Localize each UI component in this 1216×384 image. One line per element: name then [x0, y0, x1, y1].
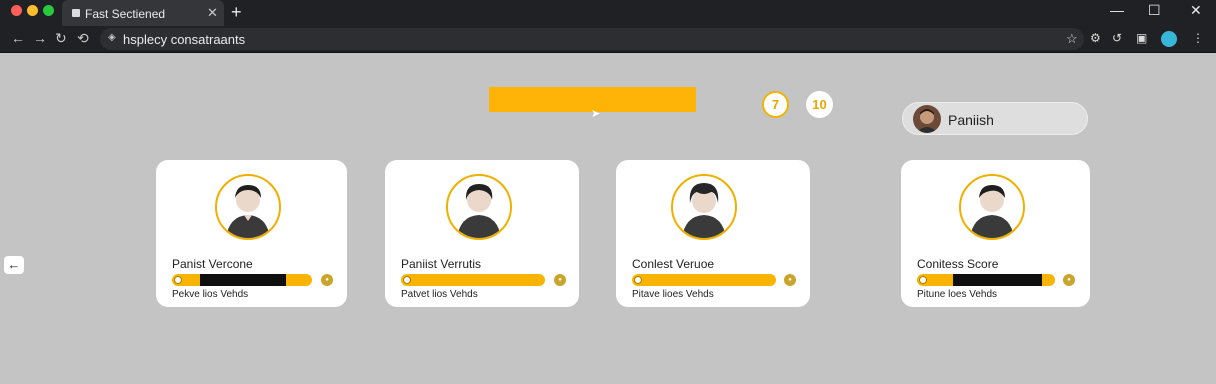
url-text[interactable]: hsplecy consatraants	[123, 32, 245, 47]
progress-fill	[953, 274, 1042, 286]
address-bar[interactable]: ◈ hsplecy consatraants ☆	[100, 28, 1084, 50]
forward-icon[interactable]: →	[33, 30, 47, 46]
progress-start-icon	[919, 276, 927, 284]
extension-icon[interactable]: ⚙	[1090, 31, 1101, 45]
progress-bar	[401, 274, 545, 286]
menu-icon[interactable]: ⋮	[1192, 31, 1204, 45]
progress-start-icon	[403, 276, 411, 284]
back-arrow-icon[interactable]: ←	[4, 256, 24, 274]
progress-end-icon[interactable]: ●	[554, 274, 566, 286]
home-icon[interactable]: ⟲	[77, 30, 89, 47]
page-favicon-icon	[72, 9, 80, 17]
minimize-icon[interactable]: —	[1110, 2, 1124, 18]
card-name: Panist Vercone	[172, 257, 253, 271]
card-subtitle: Pitave lioes Vehds	[632, 289, 714, 300]
reload-icon[interactable]: ↻	[55, 30, 67, 47]
person-avatar-icon	[959, 174, 1025, 240]
tab-search-icon[interactable]: ▣	[1136, 31, 1147, 45]
star-icon[interactable]: ☆	[1066, 31, 1078, 47]
minimize-window-dot[interactable]	[27, 5, 38, 16]
person-avatar-icon	[215, 174, 281, 240]
contestant-card[interactable]: Paniist Verrutis ● Patvet lios Vehds	[385, 160, 579, 307]
progress-end-icon[interactable]: ●	[784, 274, 796, 286]
tab-title: Fast Sectiened	[85, 7, 166, 21]
maximize-icon[interactable]: ☐	[1148, 2, 1161, 19]
progress-bar	[632, 274, 776, 286]
stat-badge-2[interactable]: 10	[806, 91, 833, 118]
card-name: Conlest Veruoe	[632, 257, 715, 271]
user-name: Paniish	[948, 112, 994, 128]
progress-end-icon[interactable]: ●	[1063, 274, 1075, 286]
progress-start-icon	[634, 276, 642, 284]
person-avatar-icon	[671, 174, 737, 240]
progress-bar	[917, 274, 1055, 286]
contestant-card[interactable]: Panist Vercone ● Pekve lios Vehds	[156, 160, 347, 307]
contestant-card[interactable]: Conlest Veruoe ● Pitave lioes Vehds	[616, 160, 810, 307]
browser-titlebar: Fast Sectiened ✕ + — ☐ ✕	[0, 0, 1216, 26]
contestant-card[interactable]: Conitess Score ● Pitune loes Vehds	[901, 160, 1090, 307]
progress-bar	[172, 274, 312, 286]
card-subtitle: Pekve lios Vehds	[172, 289, 249, 300]
browser-tab[interactable]: Fast Sectiened ✕	[62, 0, 224, 26]
mouse-cursor-icon: ➤	[591, 108, 601, 120]
window-close-icon[interactable]: ✕	[1190, 2, 1202, 19]
card-subtitle: Patvet lios Vehds	[401, 289, 478, 300]
stat-badge-1[interactable]: 7	[762, 91, 789, 118]
back-icon[interactable]: ←	[11, 30, 25, 46]
maximize-window-dot[interactable]	[43, 5, 54, 16]
progress-fill	[200, 274, 286, 286]
profile-icon[interactable]	[1161, 31, 1177, 47]
close-icon[interactable]: ✕	[207, 5, 218, 21]
card-subtitle: Pitune loes Vehds	[917, 289, 998, 300]
site-info-icon[interactable]: ◈	[108, 32, 116, 43]
plus-icon[interactable]: +	[231, 2, 242, 23]
user-profile-pill[interactable]: Paniish	[902, 102, 1088, 135]
progress-start-icon	[174, 276, 182, 284]
card-name: Paniist Verrutis	[401, 257, 482, 271]
history-icon[interactable]: ↺	[1112, 31, 1122, 45]
avatar	[913, 105, 941, 133]
close-window-dot[interactable]	[11, 5, 22, 16]
card-name: Conitess Score	[917, 257, 999, 271]
progress-end-icon[interactable]: ●	[321, 274, 333, 286]
person-avatar-icon	[446, 174, 512, 240]
browser-toolbar: ← → ↻ ⟲ ◈ hsplecy consatraants ☆ ⚙ ↺ ▣ ⋮	[0, 26, 1216, 53]
